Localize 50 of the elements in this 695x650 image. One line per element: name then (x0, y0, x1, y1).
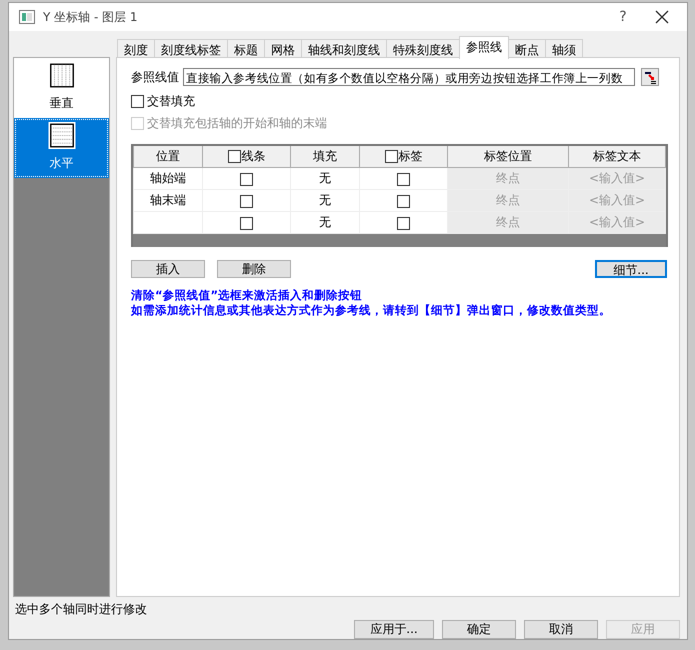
axis-item[interactable]: 水平 (14, 118, 109, 178)
header-checkbox[interactable] (384, 150, 398, 164)
table-cell: 轴末端 (134, 190, 202, 212)
select-column-button[interactable] (641, 68, 659, 86)
header-checkbox[interactable] (228, 150, 240, 164)
dialog-button[interactable]: 应用于... (354, 620, 434, 639)
window-title: Y 坐标轴 - 图层 1 (43, 8, 138, 26)
table-cell: <输入值> (568, 168, 666, 190)
column-header: 标签文本 (568, 146, 666, 168)
table-cell: 终点 (448, 212, 568, 234)
table-cell: 终点 (448, 168, 568, 190)
axis-label: 垂直 (50, 95, 74, 112)
column-header: 标签 (360, 146, 448, 168)
column-header: 标签位置 (448, 146, 568, 168)
hint-text: 清除“参照线值”选框来激活插入和删除按钮 (131, 288, 364, 303)
checkbox[interactable] (240, 172, 253, 186)
table-cell: 无 (290, 168, 360, 190)
horizontal-grid-icon (46, 122, 76, 149)
checkbox[interactable] (397, 194, 410, 208)
column-header: 填充 (290, 146, 360, 168)
tab[interactable]: 轴须 (545, 39, 583, 59)
dialog-button[interactable]: 取消 (524, 620, 598, 639)
checkbox[interactable] (397, 216, 410, 230)
close-icon[interactable] (655, 10, 669, 24)
column-header: 线条 (202, 146, 290, 168)
help-button[interactable]: ? (613, 9, 633, 25)
tab[interactable]: 参照线 (459, 36, 509, 59)
hint-text: 如需添加统计信息或其他表达方式作为参考线，请转到【细节】弹出窗口，修改数值类型。 (131, 303, 612, 318)
action-button[interactable]: 插入 (131, 260, 205, 278)
checkbox-label: 交替填充包括轴的开始和轴的末端 (147, 114, 327, 132)
action-button[interactable]: 删除 (217, 260, 291, 278)
checkbox[interactable] (240, 216, 253, 230)
reference-label: 参照线值 (131, 68, 179, 86)
checkbox-label: 交替填充 (147, 92, 195, 110)
column-header: 位置 (134, 146, 202, 168)
window-icon (19, 10, 35, 24)
checkbox[interactable] (397, 172, 410, 186)
table-cell: 终点 (448, 190, 568, 212)
checkbox[interactable] (131, 94, 144, 108)
axis-label: 水平 (50, 155, 74, 172)
checkbox[interactable] (240, 194, 253, 208)
reference-input-field[interactable]: 直接输入参考线位置（如有多个数值以空格分隔）或用旁边按钮选择工作簿上一列数 (183, 68, 635, 86)
table-cell: <输入值> (568, 190, 666, 212)
status-text: 选中多个轴同时进行修改 (14, 601, 148, 617)
table-cell: <输入值> (568, 212, 666, 234)
action-button[interactable]: 细节... (595, 260, 667, 278)
axis-item[interactable]: 垂直 (14, 58, 109, 118)
dialog-button[interactable]: 确定 (442, 620, 516, 639)
table-cell: 轴始端 (134, 168, 202, 190)
table-cell: 无 (290, 190, 360, 212)
